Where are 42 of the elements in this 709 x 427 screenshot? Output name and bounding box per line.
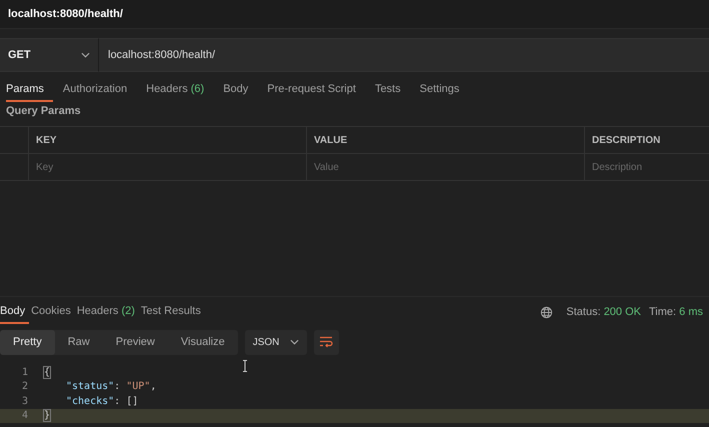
tab[interactable]: Headers (2)	[76, 300, 139, 324]
tab[interactable]: Tests	[374, 78, 410, 102]
wrap-icon	[319, 336, 334, 348]
tab[interactable]: Pre-request Script	[267, 78, 365, 102]
request-title: localhost:8080/health/	[8, 8, 123, 20]
table-input[interactable]: Description	[592, 162, 709, 172]
format-dropdown[interactable]: JSON	[244, 330, 307, 354]
section-title: Query Params	[6, 105, 81, 117]
chevron-icon	[290, 339, 299, 345]
view-mode-button[interactable]: Pretty	[0, 330, 55, 354]
code-line: }	[44, 410, 50, 422]
wrap-button[interactable]	[314, 330, 339, 354]
column-header: KEY	[36, 134, 57, 146]
tab[interactable]: Cookies	[31, 300, 75, 324]
tab[interactable]: Authorization	[62, 78, 136, 102]
line-number: 3	[20, 396, 29, 407]
globe-icon[interactable]	[540, 306, 554, 318]
tab[interactable]: Settings	[420, 78, 468, 102]
tab[interactable]: Params	[6, 78, 53, 102]
table-input[interactable]: Key	[36, 162, 156, 172]
status-text: Status: 200 OK	[566, 306, 641, 318]
view-mode-button[interactable]: Visualize	[168, 330, 238, 354]
tab[interactable]: Body	[223, 78, 258, 102]
tab[interactable]: Headers (6)	[146, 78, 214, 102]
view-mode-button[interactable]: Raw	[54, 330, 103, 354]
line-number: 1	[20, 366, 29, 378]
line-number: 2	[20, 381, 29, 392]
code-line: "status": "UP",	[65, 381, 156, 392]
text-cursor-icon	[242, 360, 248, 372]
time-text: Time: 6 ms	[649, 306, 703, 318]
code-line: {	[44, 366, 50, 378]
table-input[interactable]: Value	[314, 162, 434, 172]
view-mode-button[interactable]: Preview	[102, 330, 168, 354]
chevron-icon	[81, 52, 90, 58]
method-dropdown[interactable]: GET	[0, 38, 99, 72]
url-field[interactable]: localhost:8080/health/	[99, 38, 709, 72]
code-line: "checks": []	[65, 396, 138, 407]
column-header: VALUE	[314, 134, 348, 146]
tab[interactable]: Test Results	[140, 300, 205, 324]
line-number: 4	[20, 410, 29, 422]
column-header: DESCRIPTION	[592, 134, 660, 146]
tab[interactable]: Body	[0, 300, 30, 324]
